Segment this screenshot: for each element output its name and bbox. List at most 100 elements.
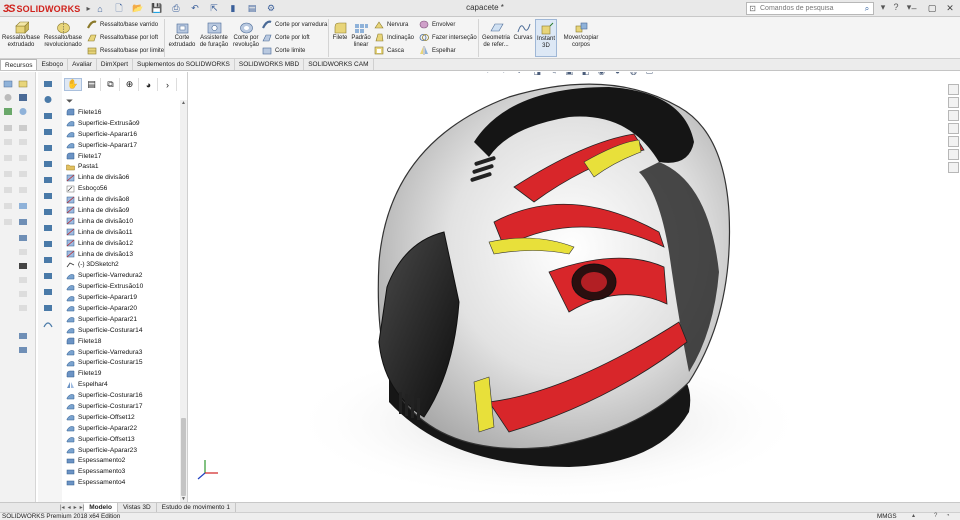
tab-recursos[interactable]: Recursos: [0, 59, 38, 70]
feature-tree-item[interactable]: Superfície-Aparar21: [64, 314, 176, 325]
feature-strip-icon[interactable]: [42, 174, 54, 184]
file-properties-icon[interactable]: ▤: [244, 2, 260, 15]
feature-tree-item[interactable]: Superfície-Costurar16: [64, 390, 176, 401]
lofted-cut-button[interactable]: Corte por loft: [262, 32, 310, 43]
tool-icon[interactable]: [17, 344, 29, 354]
wrap-button[interactable]: Envolver: [419, 19, 455, 30]
feature-strip-icon[interactable]: [42, 94, 54, 104]
tool-icon[interactable]: [2, 122, 14, 132]
tab-solidworks-mbd[interactable]: SOLIDWORKS MBD: [235, 59, 305, 70]
feature-tree-item[interactable]: Superfície-Offset13: [64, 434, 176, 445]
tab-dimxpert[interactable]: DimXpert: [97, 59, 134, 70]
feature-tree-item[interactable]: Superfície-Offset12: [64, 412, 176, 423]
tool-icon[interactable]: [17, 122, 29, 132]
linear-pattern-button[interactable]: Padrão linear: [350, 21, 372, 49]
search-input[interactable]: Comandos de pesquisa: [758, 5, 861, 12]
feature-tree-item[interactable]: Superfície-Aparar23: [64, 445, 176, 456]
feature-strip-icon[interactable]: [42, 302, 54, 312]
feature-tree-item[interactable]: Espessamento2: [64, 456, 176, 467]
feature-strip-icon[interactable]: [42, 78, 54, 88]
fillet-button[interactable]: Filete: [330, 21, 350, 42]
tool-icon[interactable]: [2, 152, 14, 162]
menu-expand-icon[interactable]: ▸: [86, 4, 90, 13]
rebuild-status-icon[interactable]: ◔: [946, 513, 950, 520]
feature-tree-item[interactable]: Superfície-Aparar17: [64, 140, 176, 151]
extruded-boss-button[interactable]: Ressalto/base extrudado: [2, 21, 40, 49]
feature-strip-icon[interactable]: [42, 126, 54, 136]
tab-vistas-3d[interactable]: Vistas 3D: [118, 503, 157, 512]
help-icon[interactable]: ?: [891, 2, 901, 13]
previous-tab-icon[interactable]: ◂: [68, 504, 71, 511]
dimxpert-manager-tab-icon[interactable]: ⊕: [121, 78, 139, 91]
feature-tree-item[interactable]: Superfície-Varredura3: [64, 347, 176, 358]
tool-icon[interactable]: [17, 136, 29, 146]
feature-tree-item[interactable]: Superfície-Costurar14: [64, 325, 176, 336]
command-search[interactable]: ⊡ Comandos de pesquisa ⌕: [746, 2, 874, 15]
feature-tree-item[interactable]: Superfície-Varredura2: [64, 270, 176, 281]
lofted-boss-button[interactable]: Ressalto/base por loft: [87, 32, 158, 43]
tool-icon[interactable]: [2, 92, 14, 102]
tab-avaliar[interactable]: Avaliar: [68, 59, 97, 70]
reference-geometry-button[interactable]: Geometria de refer...: [480, 21, 512, 49]
tool-icon[interactable]: [17, 216, 29, 226]
tool-icon[interactable]: [17, 232, 29, 242]
feature-tree-item[interactable]: Linha de divisão6: [64, 172, 176, 183]
curves-button[interactable]: Curvas: [512, 21, 534, 42]
feature-strip-icon[interactable]: [42, 190, 54, 200]
undo-icon[interactable]: ↶: [187, 2, 203, 15]
tool-icon[interactable]: [17, 330, 29, 340]
feature-strip-icon[interactable]: [42, 270, 54, 280]
feature-tree-item[interactable]: Superfície-Extrusão9: [64, 118, 176, 129]
revolved-cut-button[interactable]: Corte por revolução: [231, 21, 261, 49]
feature-tree-item[interactable]: Superfície-Aparar20: [64, 303, 176, 314]
graphics-viewport[interactable]: ⌕ ⌕ ⤺ ◨ ✎ ▣ ◧ ◉ ◕ ◍ ▭ – ▢ ▣ ✕: [189, 72, 960, 509]
feature-tree-item[interactable]: Superfície-Costurar17: [64, 401, 176, 412]
tool-icon[interactable]: [17, 152, 29, 162]
next-tab-icon[interactable]: ▸: [74, 504, 77, 511]
tool-icon[interactable]: [2, 216, 14, 226]
intersect-button[interactable]: Fazer interseção: [419, 32, 477, 43]
unit-dropdown-icon[interactable]: ▴: [912, 513, 915, 520]
search-scope-icon[interactable]: ⊡: [747, 4, 758, 13]
tool-icon[interactable]: [2, 168, 14, 178]
shell-button[interactable]: Casca: [374, 45, 404, 56]
feature-tree-item[interactable]: Espelhar4: [64, 379, 176, 390]
feature-tree-item[interactable]: Esboço56: [64, 183, 176, 194]
tool-icon[interactable]: [17, 106, 29, 116]
help-status-icon[interactable]: ?: [934, 513, 937, 520]
tree-scrollbar[interactable]: ▲ ▼: [180, 100, 187, 504]
close-icon[interactable]: ✕: [942, 1, 958, 15]
restore-icon[interactable]: ▢: [924, 1, 940, 15]
save-icon[interactable]: 💾: [149, 2, 165, 15]
minimize-icon[interactable]: –: [906, 1, 922, 15]
feature-tree-item[interactable]: Linha de divisão9: [64, 205, 176, 216]
feature-strip-icon[interactable]: [42, 254, 54, 264]
feature-tree-item[interactable]: Linha de divisão11: [64, 227, 176, 238]
tool-icon[interactable]: [17, 302, 29, 312]
feature-strip-icon[interactable]: [42, 158, 54, 168]
tool-icon[interactable]: [17, 246, 29, 256]
feature-tree-item[interactable]: Pasta1: [64, 161, 176, 172]
instant-3d-button[interactable]: Instant 3D: [535, 19, 557, 57]
property-manager-tab-icon[interactable]: ▤: [83, 78, 101, 91]
feature-strip-icon[interactable]: [42, 222, 54, 232]
feature-tree-item[interactable]: Filete17: [64, 151, 176, 162]
feature-strip-icon[interactable]: [42, 206, 54, 216]
extruded-cut-button[interactable]: Corte extrudado: [167, 21, 197, 49]
scroll-thumb[interactable]: [181, 418, 186, 496]
boundary-boss-button[interactable]: Ressalto/base por limite: [87, 45, 164, 56]
feature-tree-item[interactable]: Superfície-Extrusão10: [64, 281, 176, 292]
feature-tree-item[interactable]: Espessamento4: [64, 477, 176, 488]
feature-strip-icon[interactable]: [42, 110, 54, 120]
feature-tree-item[interactable]: Superfície-Costurar15: [64, 357, 176, 368]
feature-tree-item[interactable]: Linha de divisão8: [64, 194, 176, 205]
feature-tree-item[interactable]: Filete19: [64, 368, 176, 379]
feature-tree-item[interactable]: Filete18: [64, 336, 176, 347]
feature-tree-item[interactable]: Superfície-Aparar16: [64, 129, 176, 140]
tool-icon[interactable]: [2, 106, 14, 116]
tool-icon[interactable]: [17, 168, 29, 178]
feature-strip-icon[interactable]: [42, 142, 54, 152]
feature-tree-item[interactable]: Superfície-Aparar22: [64, 423, 176, 434]
panel-expand-icon[interactable]: ›: [159, 78, 177, 91]
feature-strip-icon[interactable]: [42, 318, 54, 328]
